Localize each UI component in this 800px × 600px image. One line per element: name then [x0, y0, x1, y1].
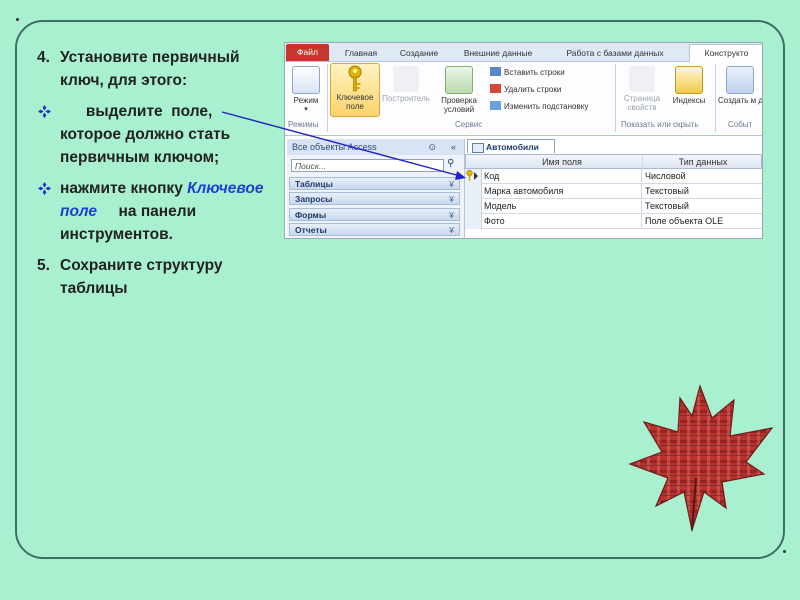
arrow-line	[221, 111, 461, 177]
slide-background: 4. Установите первичный ключ, для этого:…	[0, 0, 800, 600]
arrow-head-icon	[455, 171, 466, 180]
maple-leaf-image	[628, 384, 774, 533]
